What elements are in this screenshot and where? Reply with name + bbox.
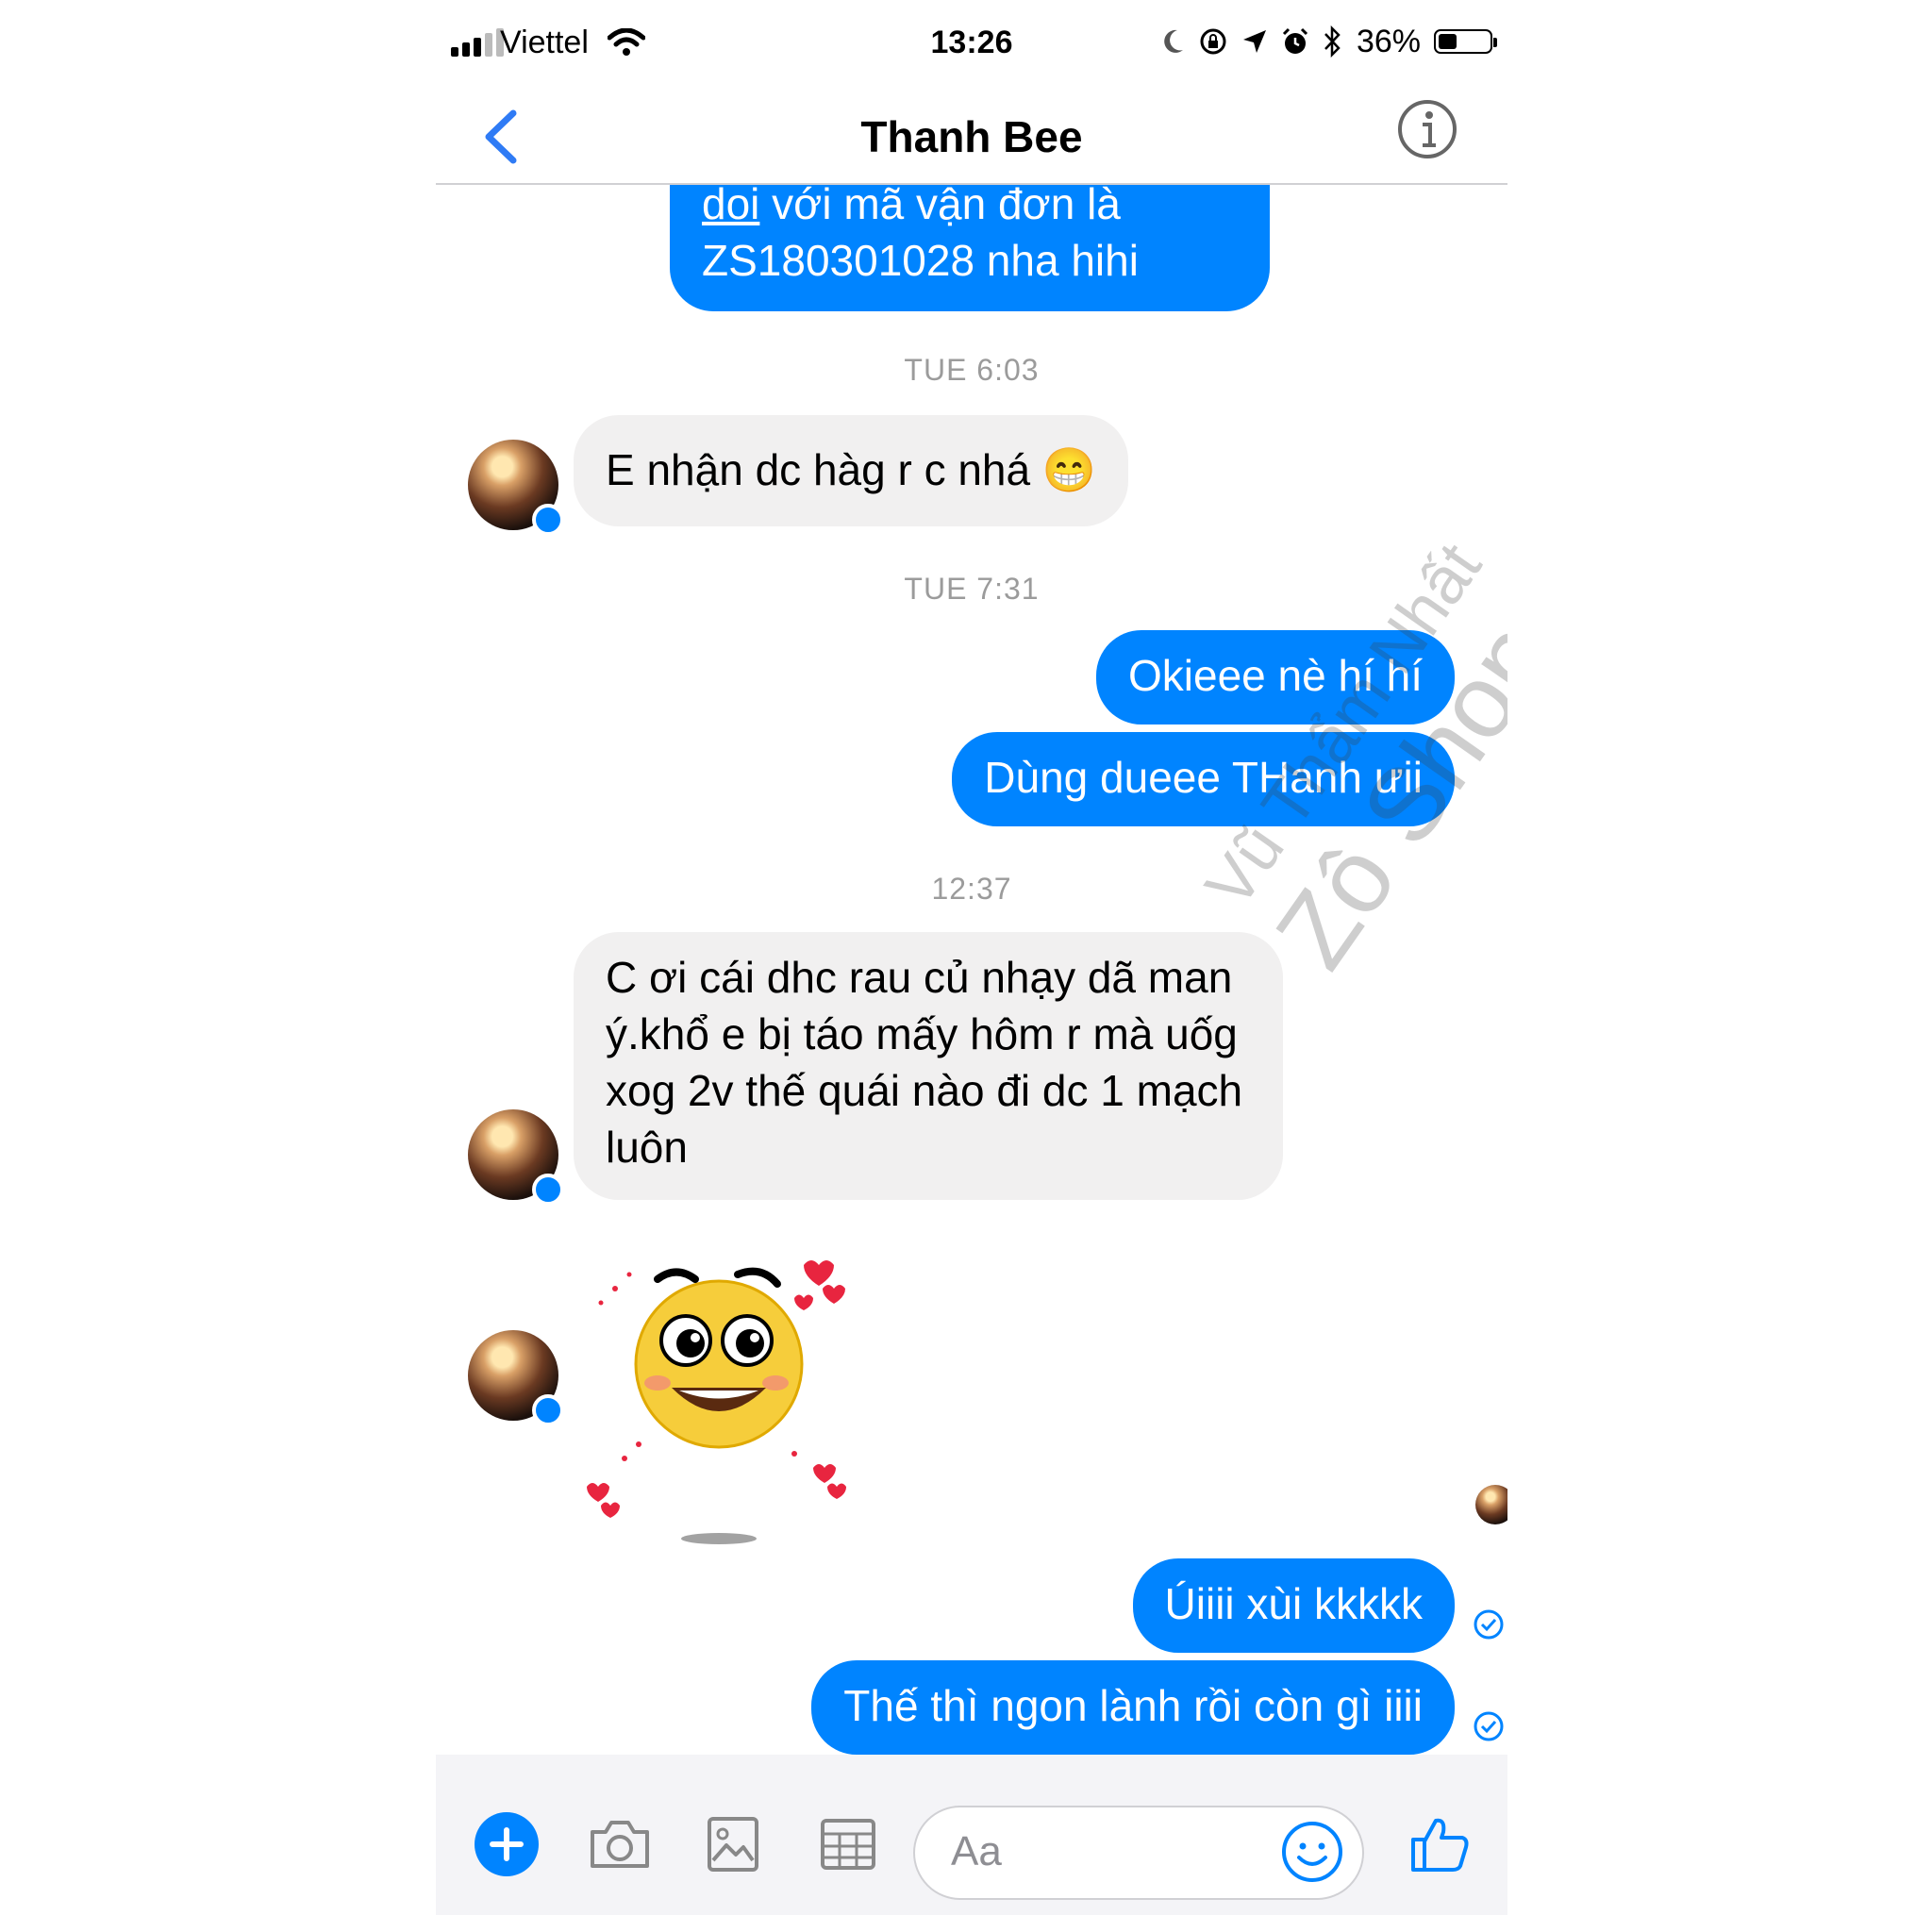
moon-icon bbox=[1164, 29, 1183, 53]
battery-icon bbox=[1434, 29, 1497, 54]
message-text: với mã vận đơn là ZS180301028 nha hihi bbox=[702, 179, 1139, 285]
thumbs-up-icon[interactable] bbox=[1407, 1811, 1474, 1877]
contact-avatar[interactable] bbox=[468, 440, 564, 536]
message-timestamp: TUE 7:31 bbox=[904, 572, 1040, 606]
plus-icon[interactable] bbox=[474, 1811, 540, 1877]
outgoing-message[interactable]: Thế thì ngon lành rồi còn gì iiii bbox=[811, 1660, 1455, 1755]
message-timestamp: 12:37 bbox=[931, 872, 1012, 906]
contact-avatar[interactable] bbox=[468, 1330, 564, 1426]
message-input[interactable]: Aa bbox=[913, 1806, 1364, 1900]
incoming-message[interactable]: C ơi cái dhc rau củ nhạy dã man ý.khổ e … bbox=[574, 932, 1283, 1200]
grid-icon[interactable] bbox=[815, 1811, 881, 1877]
incoming-message[interactable]: E nhận dc hàg r c nhá 😁 bbox=[574, 415, 1129, 526]
messenger-badge-icon bbox=[532, 504, 564, 536]
contact-name[interactable]: Thanh Bee bbox=[436, 104, 1507, 170]
outgoing-message[interactable]: Dùng dueee THanh ưii bbox=[952, 732, 1455, 826]
input-placeholder: Aa bbox=[951, 1828, 1002, 1874]
camera-icon[interactable] bbox=[587, 1811, 653, 1877]
status-icons: 36% bbox=[1160, 21, 1497, 62]
message-list[interactable]: doi với mã vận đơn là ZS180301028 nha hi… bbox=[436, 157, 1507, 1755]
photo-icon[interactable] bbox=[700, 1811, 766, 1877]
messenger-badge-icon bbox=[532, 1174, 564, 1206]
delivered-check-icon bbox=[1474, 1711, 1504, 1741]
outgoing-message[interactable]: Okieee nè hí hí bbox=[1096, 630, 1455, 724]
rotation-lock-icon bbox=[1200, 28, 1226, 55]
message-timestamp: TUE 6:03 bbox=[904, 353, 1040, 387]
delivered-check-icon bbox=[1474, 1609, 1504, 1640]
messenger-screen: Viettel 13:26 36% Thanh Bee doi với mã v… bbox=[436, 0, 1507, 1932]
underlined-word: doi bbox=[702, 179, 760, 228]
smiling-face-with-hearts-sticker[interactable] bbox=[568, 1232, 879, 1562]
battery-percent: 36% bbox=[1356, 23, 1421, 59]
outgoing-message[interactable]: Úiiii xùi kkkkk bbox=[1132, 1558, 1455, 1653]
status-bar: Viettel 13:26 36% bbox=[436, 0, 1507, 91]
message-composer: Aa bbox=[436, 1755, 1507, 1915]
messenger-badge-icon bbox=[532, 1394, 564, 1426]
bluetooth-icon bbox=[1324, 25, 1341, 58]
smiley-icon[interactable] bbox=[1279, 1819, 1345, 1885]
info-icon[interactable] bbox=[1396, 98, 1458, 160]
read-receipt-avatar bbox=[1475, 1485, 1507, 1524]
contact-avatar[interactable] bbox=[468, 1109, 564, 1206]
conversation-header: Thanh Bee bbox=[436, 91, 1507, 185]
location-arrow-icon bbox=[1242, 30, 1266, 53]
alarm-icon bbox=[1282, 27, 1307, 54]
